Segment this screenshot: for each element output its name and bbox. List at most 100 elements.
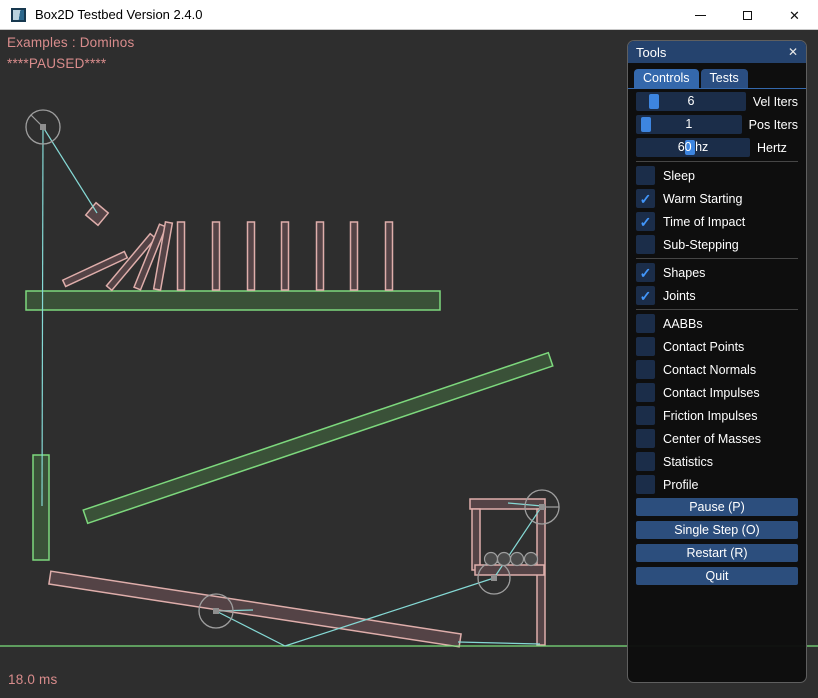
shelf-ball[interactable] <box>485 553 498 566</box>
slider-label: Hertz <box>757 141 787 155</box>
checkbox-row-contact-points: Contact Points <box>636 337 798 356</box>
checkbox-label: Profile <box>663 478 698 492</box>
checkbox-label: Center of Masses <box>663 432 761 446</box>
minimize-button[interactable] <box>677 0 724 30</box>
tools-panel: Tools ✕ ControlsTests 6 Vel Iters 1 Pos Ite… <box>627 40 807 683</box>
slider-label: Vel Iters <box>753 95 798 109</box>
checkbox[interactable] <box>636 360 655 379</box>
tools-panel-header[interactable]: Tools ✕ <box>628 41 806 63</box>
shelf-ball[interactable] <box>498 553 511 566</box>
slider-value: 6 <box>636 92 746 111</box>
checkbox[interactable] <box>636 314 655 333</box>
slider-track[interactable]: 1 <box>636 115 742 134</box>
checkbox[interactable] <box>636 429 655 448</box>
frame-left-post[interactable] <box>472 509 480 570</box>
checkbox-label: AABBs <box>663 317 703 331</box>
quit-button[interactable]: Quit <box>636 567 798 585</box>
checkmark-icon: ✓ <box>640 215 652 229</box>
pause-p-button[interactable]: Pause (P) <box>636 498 798 516</box>
checkmark-icon: ✓ <box>640 192 652 206</box>
tools-panel-close-icon[interactable]: ✕ <box>788 45 798 59</box>
close-button[interactable]: ✕ <box>771 0 818 30</box>
joint-anchor <box>40 124 46 130</box>
checkbox[interactable]: ✓ <box>636 189 655 208</box>
checkbox[interactable] <box>636 383 655 402</box>
checkbox-label: Contact Normals <box>663 363 756 377</box>
slider-value: 1 <box>636 115 742 134</box>
checkbox-row-profile: Profile <box>636 475 798 494</box>
checkbox-row-shapes: ✓Shapes <box>636 263 798 282</box>
slider-row-pos-iters: 1 Pos Iters <box>636 115 798 134</box>
tab-tests[interactable]: Tests <box>701 69 748 88</box>
checkbox[interactable]: ✓ <box>636 212 655 231</box>
domino-platform[interactable] <box>26 291 440 310</box>
checkbox[interactable] <box>636 406 655 425</box>
domino-standing[interactable] <box>351 222 358 290</box>
domino-standing[interactable] <box>317 222 324 290</box>
minimize-icon <box>695 15 706 16</box>
slider-row-vel-iters: 6 Vel Iters <box>636 92 798 111</box>
frame-top-bar[interactable] <box>470 499 545 509</box>
checkbox-row-aabbs: AABBs <box>636 314 798 333</box>
checkbox-row-friction-impulses: Friction Impulses <box>636 406 798 425</box>
separator <box>636 258 798 259</box>
domino-standing[interactable] <box>248 222 255 290</box>
checkbox[interactable] <box>636 166 655 185</box>
checkbox-row-sleep: Sleep <box>636 166 798 185</box>
app-window: Box2D Testbed Version 2.4.0 ✕ Examples :… <box>0 0 818 698</box>
checkbox-row-joints: ✓Joints <box>636 286 798 305</box>
frame-time-label: 18.0 ms <box>8 672 57 687</box>
joint-anchor <box>539 504 545 510</box>
close-icon: ✕ <box>789 9 800 22</box>
vertical-column[interactable] <box>33 455 49 560</box>
checkbox-row-contact-impulses: Contact Impulses <box>636 383 798 402</box>
joint-line <box>458 642 540 644</box>
checkbox-label: Sub-Stepping <box>663 238 739 252</box>
slider-label: Pos Iters <box>749 118 798 132</box>
checkbox-label: Time of Impact <box>663 215 745 229</box>
app-icon <box>11 8 26 22</box>
titlebar[interactable]: Box2D Testbed Version 2.4.0 ✕ <box>0 0 818 30</box>
checkbox-label: Contact Points <box>663 340 744 354</box>
joint-line <box>43 127 97 213</box>
maximize-button[interactable] <box>724 0 771 30</box>
angled-plank[interactable] <box>83 353 553 524</box>
restart-r-button[interactable]: Restart (R) <box>636 544 798 562</box>
separator <box>636 309 798 310</box>
checkbox-row-center-of-masses: Center of Masses <box>636 429 798 448</box>
checkbox[interactable] <box>636 475 655 494</box>
tabbar: ControlsTests <box>628 63 806 88</box>
hanging-box[interactable] <box>86 203 109 226</box>
slider-track[interactable]: 6 <box>636 92 746 111</box>
checkmark-icon: ✓ <box>640 289 652 303</box>
checkbox-row-warm-starting: ✓ Warm Starting <box>636 189 798 208</box>
shelf-ball[interactable] <box>511 553 524 566</box>
checkbox[interactable] <box>636 452 655 471</box>
domino-standing[interactable] <box>386 222 393 290</box>
joint-anchor <box>491 575 497 581</box>
checkbox-label: Contact Impulses <box>663 386 760 400</box>
checkbox-row-sub-stepping: Sub-Stepping <box>636 235 798 254</box>
checkbox-label: Friction Impulses <box>663 409 757 423</box>
shelf-ball[interactable] <box>525 553 538 566</box>
maximize-icon <box>743 11 752 20</box>
tools-panel-content: 6 Vel Iters 1 Pos Iters 60 hz Hertz Sleep ✓ Warm… <box>628 89 806 585</box>
checkbox-row-contact-normals: Contact Normals <box>636 360 798 379</box>
checkbox[interactable]: ✓ <box>636 286 655 305</box>
domino-standing[interactable] <box>213 222 220 290</box>
checkbox[interactable] <box>636 235 655 254</box>
tab-controls[interactable]: Controls <box>634 69 699 88</box>
paused-label: ****PAUSED**** <box>7 56 106 71</box>
domino-standing[interactable] <box>178 222 185 290</box>
slider-track[interactable]: 60 hz <box>636 138 750 157</box>
separator <box>636 161 798 162</box>
single-step-o-button[interactable]: Single Step (O) <box>636 521 798 539</box>
joint-anchor <box>213 608 219 614</box>
checkbox[interactable]: ✓ <box>636 263 655 282</box>
frame-right-post[interactable] <box>537 509 545 645</box>
slider-row-hertz: 60 hz Hertz <box>636 138 798 157</box>
checkbox-label: Warm Starting <box>663 192 742 206</box>
example-label: Examples : Dominos <box>7 35 134 50</box>
checkbox[interactable] <box>636 337 655 356</box>
domino-standing[interactable] <box>282 222 289 290</box>
